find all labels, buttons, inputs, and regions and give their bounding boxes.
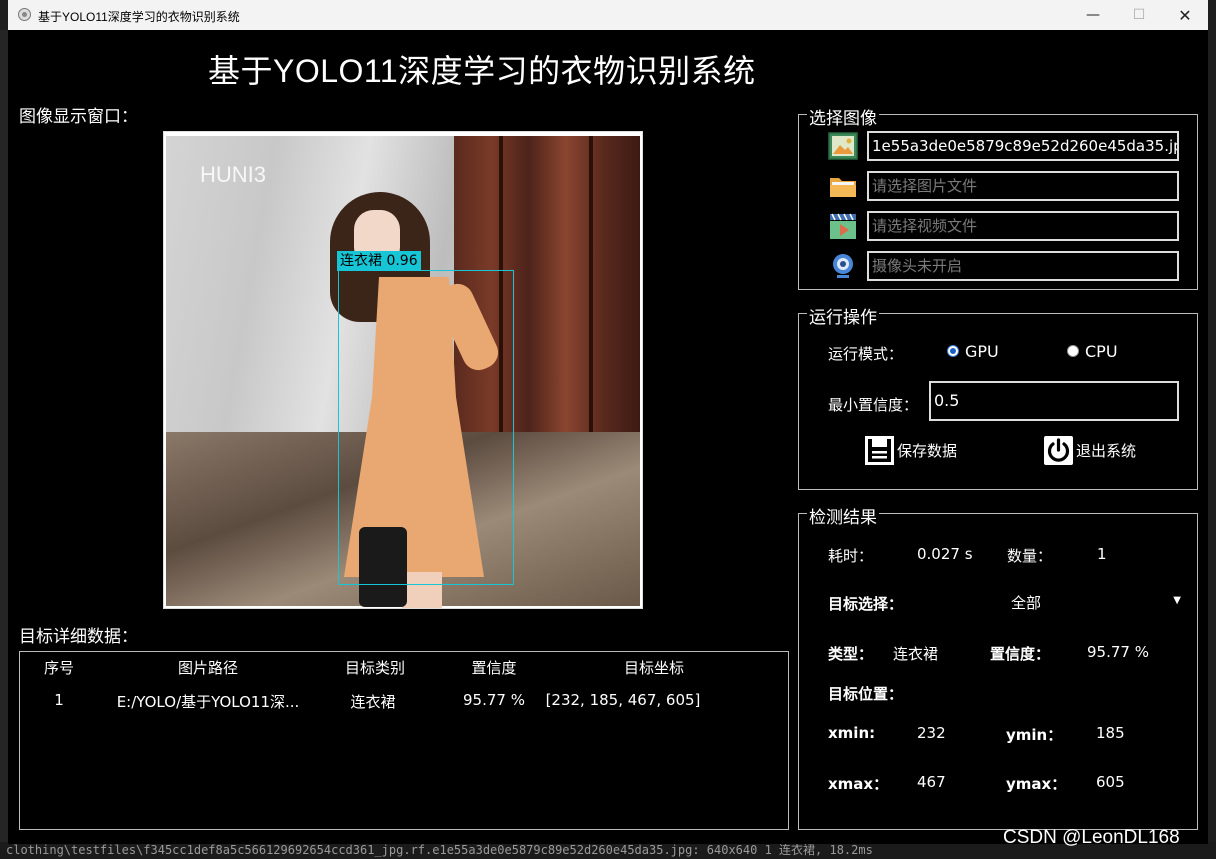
image-icon[interactable] bbox=[828, 131, 858, 161]
image-folder-input[interactable]: 请选择图片文件 bbox=[867, 171, 1179, 201]
column-header-path[interactable]: 图片路径 bbox=[178, 657, 238, 678]
ymax-value: 605 bbox=[1096, 773, 1125, 791]
app-icon bbox=[18, 8, 31, 21]
photo-watermark: HUNI3 bbox=[200, 162, 267, 187]
app-window: 基于YOLO11深度学习的衣物识别系统 — ☐ ✕ 基于YOLO11深度学习的衣… bbox=[8, 0, 1208, 844]
select-image-title: 选择图像 bbox=[807, 104, 879, 129]
column-header-class[interactable]: 目标类别 bbox=[345, 657, 405, 678]
exit-system-label: 退出系统 bbox=[1076, 442, 1137, 460]
minimize-button[interactable]: — bbox=[1070, 0, 1116, 30]
title-bar: 基于YOLO11深度学习的衣物识别系统 — ☐ ✕ bbox=[8, 0, 1208, 30]
table-cell: 1 bbox=[54, 691, 64, 709]
results-table[interactable]: 序号 图片路径 目标类别 置信度 目标坐标 1 E:/YOLO/基于YOLO11… bbox=[19, 651, 789, 830]
xmin-value: 232 bbox=[917, 724, 946, 742]
window-title: 基于YOLO11深度学习的衣物识别系统 bbox=[38, 10, 240, 24]
run-mode-label: 运行模式： bbox=[828, 345, 904, 363]
type-label: 类型： bbox=[828, 645, 874, 663]
confidence-label: 置信度： bbox=[990, 645, 1051, 663]
gpu-radio-button[interactable] bbox=[947, 345, 959, 357]
column-header-index[interactable]: 序号 bbox=[44, 657, 74, 678]
save-data-label: 保存数据 bbox=[897, 442, 958, 460]
close-button[interactable]: ✕ bbox=[1162, 0, 1208, 30]
save-data-button[interactable]: 保存数据 bbox=[864, 435, 957, 466]
table-cell: 连衣裙 bbox=[350, 693, 396, 711]
cpu-radio-label[interactable]: CPU bbox=[1085, 342, 1118, 361]
image-file-input[interactable]: 1e55a3de0e5879c89e52d260e45da35.jpg bbox=[867, 131, 1179, 161]
count-label: 数量： bbox=[1007, 547, 1053, 565]
xmax-label: xmax： bbox=[828, 775, 889, 793]
folder-icon[interactable] bbox=[828, 171, 858, 201]
min-conf-label: 最小置信度： bbox=[828, 396, 919, 414]
chevron-down-icon: ▼ bbox=[1173, 595, 1181, 606]
target-select-value: 全部 bbox=[1011, 594, 1042, 612]
position-label: 目标位置： bbox=[828, 685, 904, 703]
webcam-icon[interactable] bbox=[828, 251, 858, 281]
table-cell: [232, 185, 467, 605] bbox=[545, 691, 701, 709]
target-select-dropdown[interactable]: 全部 ▼ bbox=[1011, 592, 1191, 614]
video-icon[interactable] bbox=[828, 211, 858, 241]
photo-door-seam bbox=[589, 136, 593, 436]
xmin-label: xmin: bbox=[828, 724, 876, 742]
video-file-input[interactable]: 请选择视频文件 bbox=[867, 211, 1179, 241]
maximize-button[interactable]: ☐ bbox=[1116, 0, 1162, 30]
type-value: 连衣裙 bbox=[893, 645, 939, 663]
table-cell: 95.77 % bbox=[463, 691, 525, 709]
csdn-watermark: CSDN @LeonDL168 bbox=[1003, 827, 1180, 848]
column-header-coords[interactable]: 目标坐标 bbox=[624, 657, 684, 678]
cpu-radio-button[interactable] bbox=[1067, 345, 1079, 357]
image-panel-label: 图像显示窗口： bbox=[19, 107, 138, 127]
editor-gutter bbox=[0, 30, 8, 859]
save-icon bbox=[865, 436, 894, 465]
detection-label: 连衣裙 0.96 bbox=[337, 251, 421, 271]
power-icon bbox=[1044, 436, 1073, 465]
table-cell: E:/YOLO/基于YOLO11深... bbox=[116, 693, 300, 711]
run-ops-title: 运行操作 bbox=[807, 303, 879, 328]
ymin-value: 185 bbox=[1096, 724, 1125, 742]
min-conf-input[interactable]: 0.5 bbox=[929, 381, 1179, 421]
target-select-label: 目标选择： bbox=[828, 595, 904, 613]
time-label: 耗时： bbox=[828, 547, 874, 565]
detection-image: HUNI3 连衣裙 0.96 bbox=[163, 131, 643, 609]
exit-system-button[interactable]: 退出系统 bbox=[1043, 435, 1136, 466]
results-title: 检测结果 bbox=[807, 503, 879, 528]
details-label: 目标详细数据： bbox=[19, 627, 138, 647]
page-title: 基于YOLO11深度学习的衣物识别系统 bbox=[208, 53, 756, 89]
count-value: 1 bbox=[1097, 545, 1107, 563]
ymin-label: ymin： bbox=[1006, 726, 1063, 744]
camera-input[interactable]: 摄像头未开启 bbox=[867, 251, 1179, 281]
gpu-radio-label[interactable]: GPU bbox=[965, 342, 999, 361]
xmax-value: 467 bbox=[917, 773, 946, 791]
detection-bbox bbox=[338, 270, 514, 585]
ymax-label: ymax： bbox=[1006, 775, 1067, 793]
time-value: 0.027 s bbox=[917, 545, 973, 563]
confidence-value: 95.77 % bbox=[1087, 643, 1149, 661]
column-header-confidence[interactable]: 置信度 bbox=[471, 657, 516, 678]
